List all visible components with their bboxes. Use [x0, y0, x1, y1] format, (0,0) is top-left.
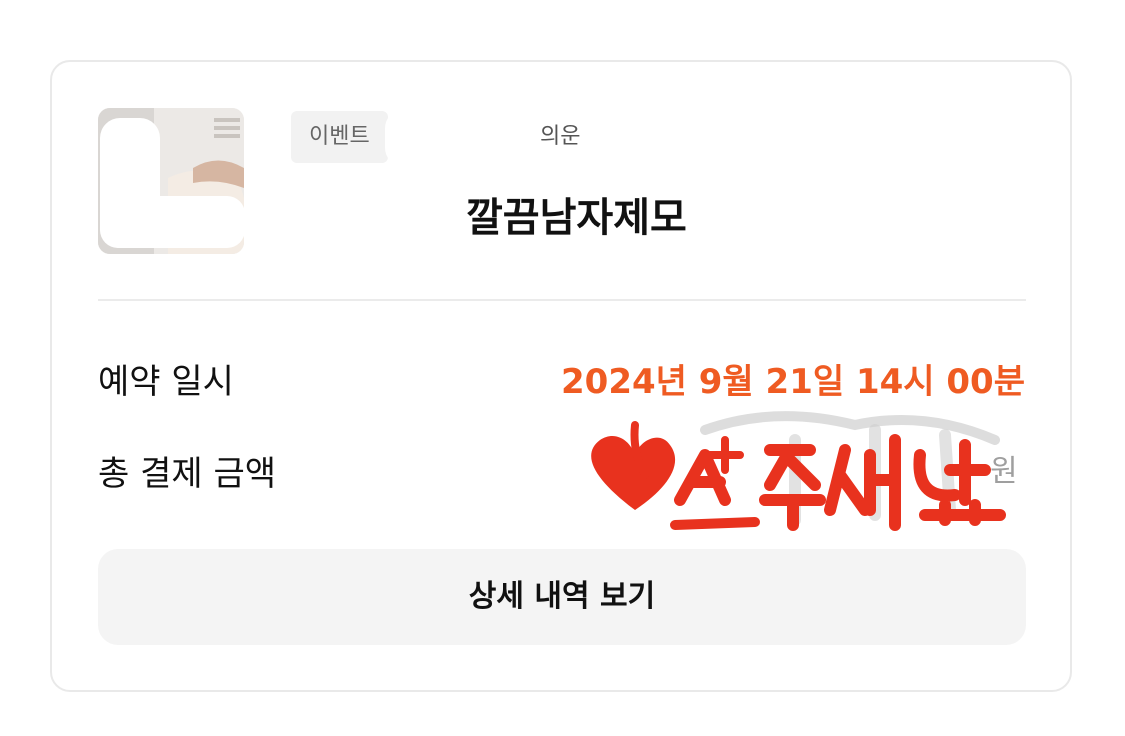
event-title: 깔끔남자제모	[466, 195, 687, 241]
redaction-block	[590, 112, 710, 164]
datetime-value: 2024년 9월 21일 14시 00분	[561, 362, 1025, 402]
view-details-button[interactable]: 상세 내역 보기	[98, 549, 1026, 645]
thank-you-stamp-icon	[591, 411, 1006, 531]
section-divider	[98, 299, 1026, 301]
redaction-block	[100, 196, 245, 248]
redaction-block	[300, 172, 450, 242]
event-tag: 이벤트	[291, 111, 388, 163]
event-subtitle: 의운	[540, 124, 581, 149]
payment-label: 총 결제 금액	[98, 454, 277, 494]
redaction-block	[385, 110, 540, 166]
datetime-label: 예약 일시	[98, 362, 234, 402]
